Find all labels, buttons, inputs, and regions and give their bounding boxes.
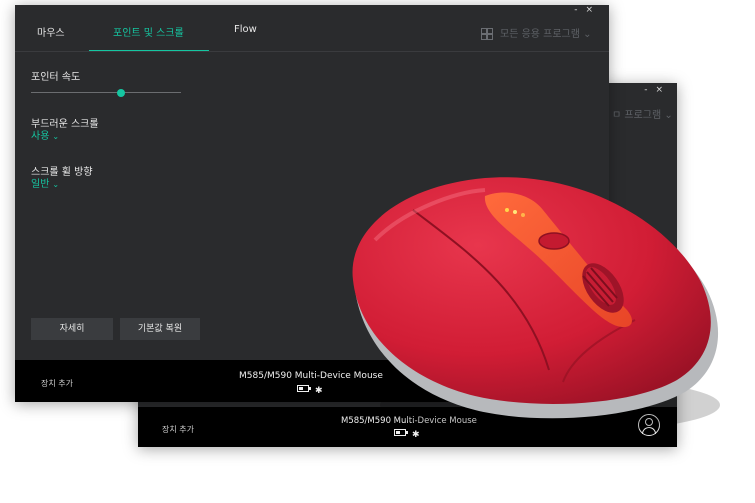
connection-icons: ✱ [297, 385, 323, 396]
add-device-button[interactable]: 장치 추가 [162, 424, 194, 435]
slider-thumb[interactable] [117, 89, 125, 97]
tab-bar: 마우스 포인트 및 스크롤 Flow [15, 19, 285, 52]
app-selector[interactable]: 모든 응용 프로그램 ⌄ [481, 25, 592, 40]
grid-icon [481, 28, 493, 40]
battery-icon [297, 385, 311, 392]
smooth-scroll-dropdown[interactable]: 사용 ⌄ [31, 127, 59, 142]
chevron-down-icon: ⌄ [52, 180, 60, 189]
tab-mouse[interactable]: 마우스 [37, 24, 65, 39]
tab-flow[interactable]: Flow [234, 24, 257, 35]
more-button[interactable]: 자세히 [31, 318, 113, 340]
mouse-product-image [352, 177, 720, 433]
bluetooth-icon: ✱ [315, 386, 323, 396]
window-controls[interactable]: -× [644, 85, 671, 95]
minimize-button[interactable]: - [574, 5, 585, 15]
close-button[interactable]: × [655, 85, 671, 95]
app-selector-partial[interactable]: ㅁ 프로그램 ⌄ [612, 106, 673, 121]
pointer-speed-label: 포인터 속도 [31, 72, 81, 83]
scroll-direction-value: 일반 [31, 179, 50, 190]
chevron-down-icon: ⌄ [583, 29, 592, 40]
restore-defaults-button[interactable]: 기본값 복원 [120, 318, 200, 340]
tab-divider [15, 51, 609, 52]
smooth-scroll-value: 사용 [31, 131, 50, 142]
close-button[interactable]: × [585, 5, 601, 15]
pointer-speed-slider[interactable] [31, 92, 181, 93]
minimize-button[interactable]: - [644, 85, 655, 95]
window-controls[interactable]: -× [574, 5, 601, 15]
app-selector-label: 모든 응용 프로그램 [500, 29, 580, 40]
tab-point-scroll[interactable]: 포인트 및 스크롤 [113, 24, 184, 39]
chevron-down-icon: ⌄ [52, 132, 60, 141]
add-device-button[interactable]: 장치 추가 [41, 378, 73, 389]
scroll-direction-dropdown[interactable]: 일반 ⌄ [31, 175, 59, 190]
